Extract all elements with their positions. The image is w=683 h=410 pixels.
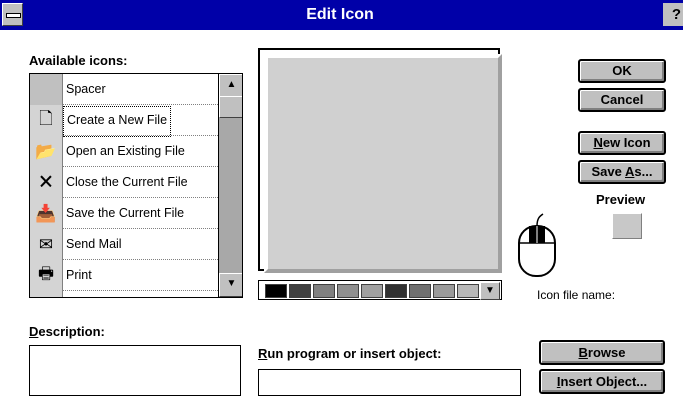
icon-preview [612,213,642,239]
save-file-icon: 📥 [30,198,63,229]
insert-object-label: nsert Object... [560,374,648,389]
scroll-thumb[interactable] [219,96,242,118]
list-item-label: Spacer [66,82,106,96]
description-accelerator: D [29,324,39,339]
close-file-icon: 🗙 [30,167,63,198]
mail-icon: ✉ [30,229,63,260]
save-as-button[interactable]: Save As... [578,160,666,184]
list-item[interactable]: 🗙 Close the Current File [30,167,218,198]
palette-swatch[interactable] [457,284,479,298]
list-item[interactable]: ✉ Send Mail [30,229,218,260]
preview-label: Preview [596,192,646,207]
browse-label: rowse [587,345,626,360]
printer-icon: 🖶 [30,260,63,291]
run-program-field[interactable] [258,369,521,396]
window-title: Edit Icon [306,6,374,23]
palette-swatch[interactable] [433,284,455,298]
browse-accelerator: B [578,345,588,360]
list-item[interactable]: 🗋 Create a New File [30,105,218,137]
scroll-up-button[interactable]: ▲ [219,74,242,98]
list-item-label: Send Mail [66,237,122,251]
save-as-label-end: s... [634,164,653,179]
run-program-accelerator: R [258,346,268,361]
list-item-label: Open an Existing File [66,144,185,158]
palette-swatch[interactable] [337,284,359,298]
new-icon-button[interactable]: New Icon [578,131,666,155]
palette-swatch[interactable] [265,284,287,298]
palette-swatch[interactable] [361,284,383,298]
list-item-label: Save the Current File [66,206,185,220]
palette-dropdown-button[interactable]: ▼ [480,282,500,300]
icon-file-name-label: Icon file name: [537,288,616,302]
description-label: Description: [29,324,105,339]
open-file-icon: 📂 [30,136,63,167]
new-file-icon: 🗋 [30,105,63,136]
palette-swatch[interactable] [313,284,335,298]
palette-swatch[interactable] [385,284,407,298]
list-item-label: Print [66,268,92,282]
color-palette[interactable]: ▼ [258,280,502,300]
list-item-label: Create a New File [63,106,172,137]
save-as-label-start: Save [591,164,626,179]
run-program-label: Run program or insert object: [258,346,441,361]
new-icon-accelerator: N [593,135,603,150]
available-icons-listbox[interactable]: Spacer 🗋 Create a New File 📂 Open an Existin… [29,73,243,298]
save-as-accelerator: A [625,164,635,179]
list-item[interactable]: Spacer [30,74,218,105]
scroll-down-button[interactable]: ▼ [219,273,242,297]
description-label-text: escription: [38,324,105,339]
browse-button[interactable]: Browse [539,340,665,365]
available-icons-label: Available icons: [29,53,128,68]
new-icon-label: ew Icon [602,135,651,150]
ok-button[interactable]: OK [578,59,666,83]
description-field[interactable] [29,345,241,396]
list-item[interactable]: 📥 Save the Current File [30,198,218,229]
list-item-partial[interactable] [30,291,218,297]
palette-swatch[interactable] [289,284,311,298]
list-item[interactable]: 📂 Open an Existing File [30,136,218,167]
palette-swatch[interactable] [409,284,431,298]
icon-editor-canvas[interactable] [258,48,502,273]
system-menu-button[interactable] [2,3,23,26]
partial-icon [30,291,63,297]
mouse-icon [518,213,556,277]
cancel-button[interactable]: Cancel [578,88,666,112]
help-button[interactable]: ? [663,3,683,26]
list-item[interactable]: 🖶 Print [30,260,218,291]
icon-pixel-grid[interactable] [264,54,502,273]
run-program-label-text: un program or insert object: [267,346,442,361]
list-item-label: Close the Current File [66,175,188,189]
listbox-scrollbar[interactable]: ▲ ▼ [218,74,242,297]
insert-object-button[interactable]: Insert Object... [539,369,665,394]
blank-icon [30,74,63,105]
